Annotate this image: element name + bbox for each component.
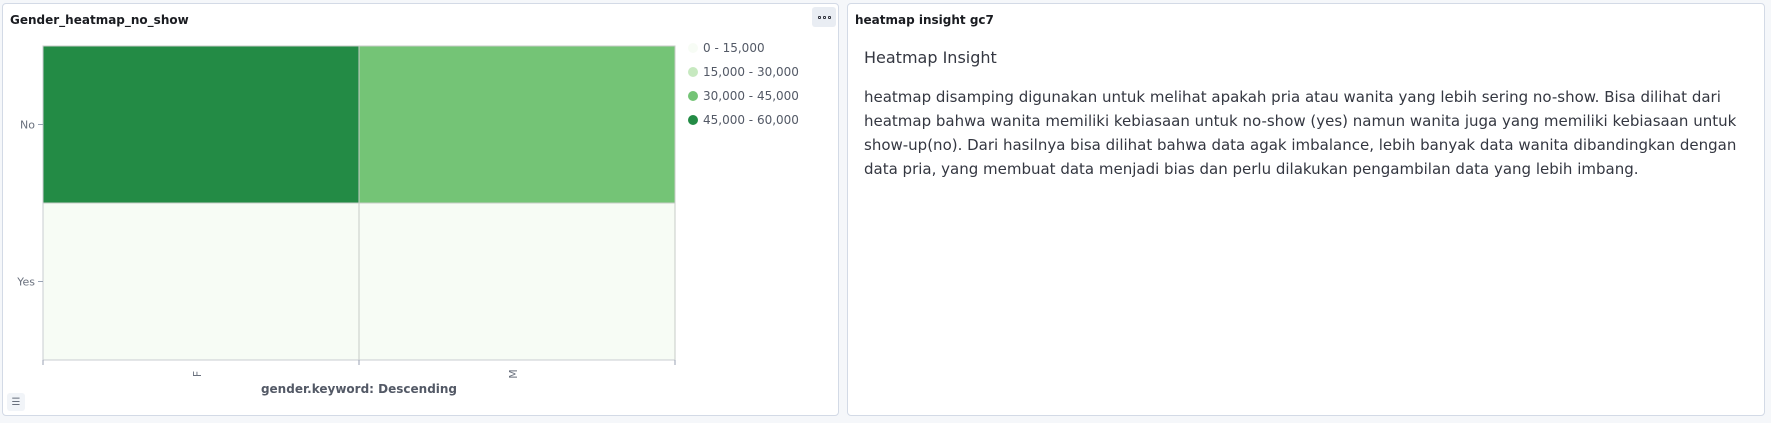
heatmap-chart: No Yes F Mgender.keyword: Descending 0 - 15,… xyxy=(16,41,799,396)
y-tick-label: Yes xyxy=(16,276,35,289)
heatmap-cell xyxy=(42,202,360,361)
heatmap-cell xyxy=(358,202,676,361)
legend-swatch xyxy=(688,67,698,77)
y-tick-label: No xyxy=(20,119,35,132)
x-tick-label: M xyxy=(507,369,520,379)
markdown-body: Heatmap Insight heatmap disamping diguna… xyxy=(864,48,1740,181)
markdown-panel: heatmap insight gc7 Heatmap Insight heat… xyxy=(847,3,1765,416)
heatmap-panel: Gender_heatmap_no_show No Yes F Mgender.key… xyxy=(2,3,839,416)
list-icon[interactable]: ☰ xyxy=(7,393,25,411)
panel-title: heatmap insight gc7 xyxy=(855,13,994,27)
legend-label: 15,000 - 30,000 xyxy=(703,65,799,79)
markdown-paragraph: heatmap disamping digunakan untuk meliha… xyxy=(864,88,1737,178)
heatmap-cell xyxy=(42,45,360,204)
x-tick-label: F xyxy=(191,371,204,377)
legend-swatch xyxy=(688,115,698,125)
legend-swatch xyxy=(688,91,698,101)
heatmap-cell xyxy=(358,45,676,204)
legend-label: 0 - 15,000 xyxy=(703,41,765,55)
legend-swatch xyxy=(688,43,698,53)
legend-label: 45,000 - 60,000 xyxy=(703,113,799,127)
legend-label: 30,000 - 45,000 xyxy=(703,89,799,103)
markdown-heading: Heatmap Insight xyxy=(864,48,997,67)
x-axis-title: gender.keyword: Descending xyxy=(261,382,457,396)
